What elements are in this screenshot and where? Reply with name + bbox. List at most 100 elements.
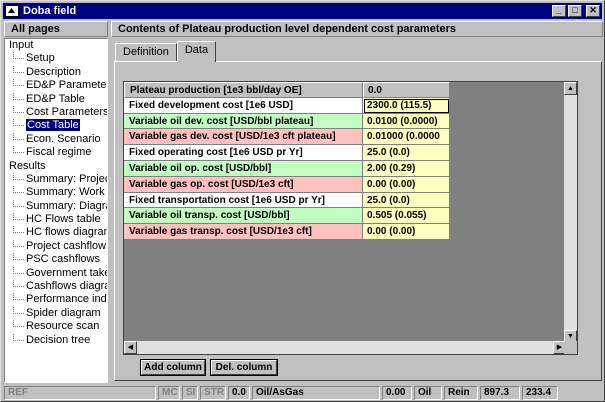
row-label: Fixed operating cost [1e6 USD pr Yr] [124,145,363,161]
tree-item-summary-work[interactable]: Summary: Work [5,186,107,199]
tree-branch-icon [13,333,24,341]
table-row: Fixed operating cost [1e6 USD pr Yr] 25.… [124,145,566,161]
tree-branch-icon [13,280,24,288]
row-label: Fixed transportation cost [1e6 USD pr Yr… [124,192,363,209]
grid-header-value[interactable]: 0.0 [363,82,450,98]
tree-branch-icon [13,92,24,100]
tree-item-description[interactable]: Description [5,65,107,79]
tree-item-performance-ind[interactable]: Performance ind. [5,293,107,306]
row-label: Variable oil dev. cost [USD/bbl plateau] [124,113,363,130]
status-value-2: 0.00 [382,386,412,400]
tree-item-summary-diagram[interactable]: Summary: Diagram [5,199,107,213]
tree-branch-icon [13,52,24,60]
tree-branch-icon [13,172,24,180]
tree-item-cost-parameters[interactable]: Cost Parameters [5,105,107,119]
del-column-button[interactable]: Del. column [210,359,278,376]
table-row: Variable gas dev. cost [USD/1e3 cft plat… [124,129,566,146]
table-row: Variable oil transp. cost [USD/bbl] 0.50… [124,208,566,225]
tree-item-project-cashflow[interactable]: Project cashflow [5,239,107,253]
tree-branch-icon [13,119,24,127]
status-si: SI [182,386,198,400]
window-title: Doba field [23,5,77,17]
status-mc: MC [158,386,180,400]
row-label: Variable gas op. cost [USD/1e3 cft] [124,176,363,193]
row-value-cell[interactable]: 0.01000 (0.0000 [363,129,450,146]
minimize-button[interactable]: _ [552,5,566,17]
tree-branch-icon [13,253,24,261]
status-value-3: 897.3 [480,386,520,400]
tree-item-cashflows-diagram[interactable]: Cashflows diagram [5,280,107,293]
row-label: Variable oil transp. cost [USD/bbl] [124,208,363,225]
grid-header-row: Plateau production [1e3 bbl/day OE] 0.0 [124,82,566,98]
tree-item-hc-flows-table[interactable]: HC Flows table [5,213,107,226]
tree-branch-icon [13,146,24,154]
row-label: Variable gas dev. cost [USD/1e3 cft plat… [124,129,363,146]
app-icon[interactable] [5,5,19,17]
tree-item-fiscal-regime[interactable]: Fiscal regime [5,146,107,159]
maximize-button[interactable]: □ [568,5,582,17]
tree-item-spider-diagram[interactable]: Spider diagram [5,306,107,320]
status-ref: REF [4,386,156,400]
tree-item-psc-cashflows[interactable]: PSC cashflows [5,253,107,266]
horizontal-scrollbar[interactable]: ◀ ▶ [124,341,566,354]
tree-group-input[interactable]: Input [5,39,107,52]
row-value-cell[interactable]: 0.00 (0.00) [363,224,450,240]
row-value-cell[interactable]: 0.0100 (0.0000) [363,113,450,130]
tree-item-setup[interactable]: Setup [5,52,107,65]
tab-strip: Definition Data [115,41,217,62]
tree-branch-icon [13,239,24,247]
row-value-cell[interactable]: 25.0 (0.0) [363,145,450,161]
scroll-left-icon[interactable]: ◀ [124,341,137,354]
tree-branch-icon [13,213,24,221]
tree-branch-icon [13,226,24,234]
row-value-cell[interactable]: 0.00 (0.00) [363,176,450,193]
row-value-cell[interactable]: 25.0 (0.0) [363,192,450,209]
tree-branch-icon [13,186,24,194]
row-value-cell[interactable]: 0.505 (0.055) [363,208,450,225]
table-row: Variable gas op. cost [USD/1e3 cft] 0.00… [124,176,566,193]
tree-item-edp-parameters[interactable]: ED&P Parameters [5,79,107,92]
table-row: Fixed development cost [1e6 USD] 2300.0 … [124,97,566,114]
scrollbar-corner [564,341,577,354]
tree-item-edp-table[interactable]: ED&P Table [5,92,107,106]
tree-branch-icon [13,199,24,207]
table-row: Variable oil op. cost [USD/bbl] 2.00 (0.… [124,160,566,177]
tree-item-econ-scenario[interactable]: Econ. Scenario [5,132,107,146]
row-label: Fixed development cost [1e6 USD] [124,97,363,114]
tree-group-results[interactable]: Results [5,160,107,173]
add-column-button[interactable]: Add column [140,359,206,376]
row-label: Variable gas transp. cost [USD/1e3 cft] [124,224,363,240]
tab-definition[interactable]: Definition [115,43,177,61]
scroll-up-icon[interactable]: ▲ [564,82,577,95]
tree-item-decision-tree[interactable]: Decision tree [5,333,107,347]
content-header: Contents of Plateau production level dep… [111,21,603,37]
tree-branch-icon [13,293,24,301]
tree-branch-icon [13,132,24,140]
status-unit-2: Oil [414,386,442,400]
title-bar[interactable]: Doba field _ □ ✕ [3,3,602,19]
row-label: Variable oil op. cost [USD/bbl] [124,160,363,177]
tree-branch-icon [13,79,24,87]
tree-item-government-take[interactable]: Government take [5,266,107,280]
status-bar: REF MC SI STR 0.0 Oil/AsGas 0.00 Oil Rei… [4,386,603,400]
tab-data[interactable]: Data [176,41,217,62]
tree-item-summary-project[interactable]: Summary: Project [5,172,107,186]
table-row: Fixed transportation cost [1e6 USD pr Yr… [124,192,566,209]
row-value-cell[interactable]: 2.00 (0.29) [363,160,450,177]
tree-item-hc-flows-diagram[interactable]: HC flows diagram [5,226,107,239]
all-pages-header: All pages [4,21,108,37]
close-button[interactable]: ✕ [586,5,600,17]
tree-branch-icon [13,320,24,328]
status-str: STR [200,386,226,400]
status-rein: Rein [444,386,478,400]
tree-item-resource-scan[interactable]: Resource scan [5,320,107,333]
tree-branch-icon [13,105,24,113]
page-tree[interactable]: Input Setup Description ED&P Parameters … [4,38,108,383]
vertical-scrollbar[interactable]: ▲ ▼ [564,82,577,343]
data-grid[interactable]: Plateau production [1e3 bbl/day OE] 0.0 … [123,81,578,355]
grid-header-label: Plateau production [1e3 bbl/day OE] [124,82,363,98]
grid-body: Plateau production [1e3 bbl/day OE] 0.0 … [124,82,566,343]
tree-branch-icon [13,306,24,314]
tree-item-cost-table[interactable]: Cost Table [5,119,107,132]
row-value-cell[interactable]: 2300.0 (115.5) [363,97,450,114]
